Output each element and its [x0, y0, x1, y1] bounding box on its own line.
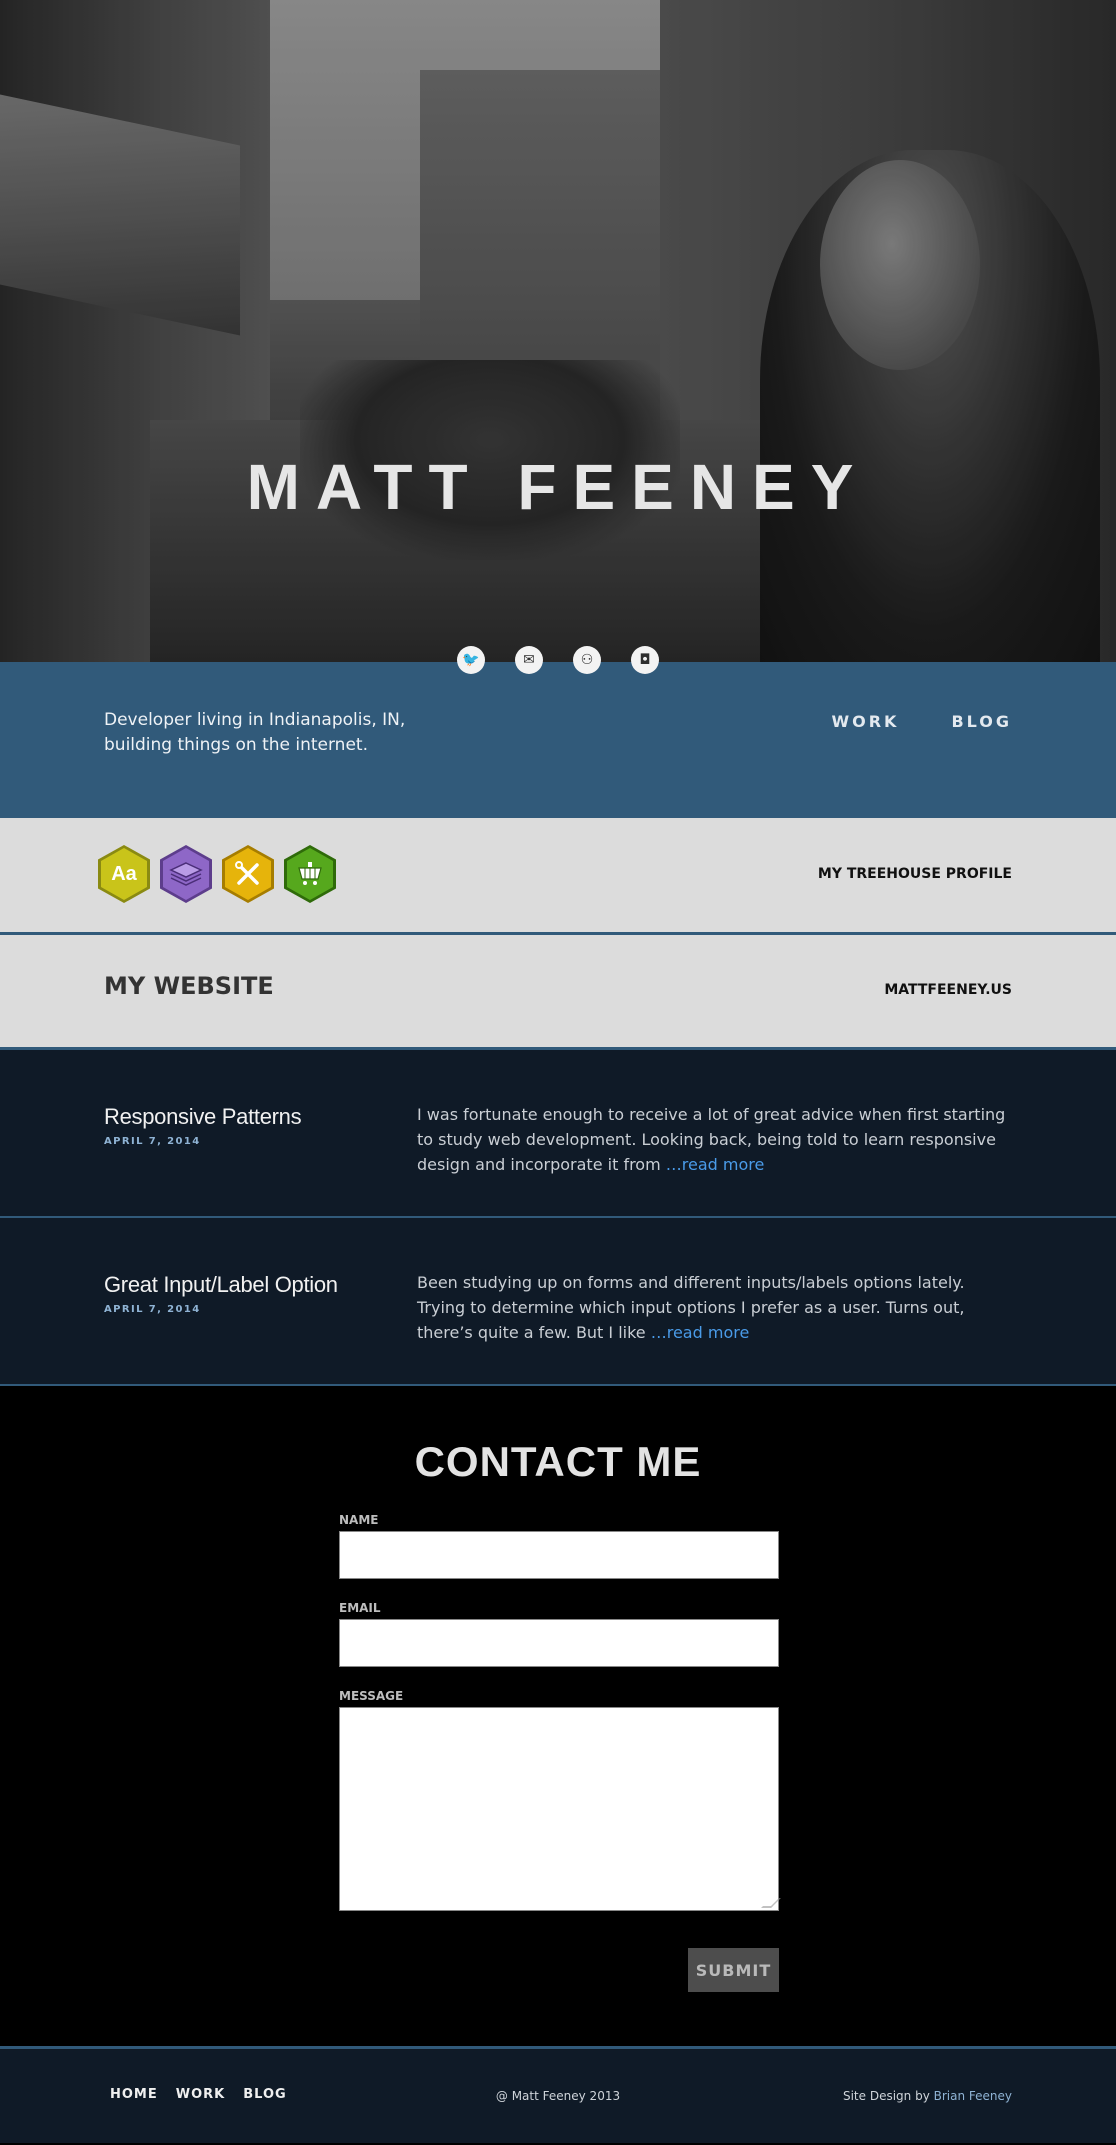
post-title[interactable]: Responsive Patterns [104, 1104, 302, 1130]
mail-icon[interactable]: ✉ [515, 646, 543, 674]
mail-glyph: ✉ [523, 652, 535, 668]
layers-badge-icon[interactable] [160, 845, 212, 903]
github-icon[interactable]: ⚇ [573, 646, 601, 674]
hero-photo-overlay [0, 0, 1116, 662]
design-credit: Site Design by Brian Feeney [843, 2089, 1012, 2103]
layers-icon [169, 862, 203, 886]
tools-badge-inner [225, 848, 271, 900]
read-more-link[interactable]: …read more [666, 1155, 765, 1174]
contact-heading: CONTACT ME [414, 1438, 702, 1485]
main-nav: WORK BLOG [831, 712, 1012, 731]
layers-badge-inner [163, 848, 209, 900]
cart-badge-icon[interactable] [284, 845, 336, 903]
read-more-link[interactable]: …read more [651, 1323, 750, 1342]
tagline: Developer living in Indianapolis, IN, bu… [104, 710, 406, 755]
contact-section: CONTACT ME NAME EMAIL MESSAGE SUBMIT [0, 1386, 1116, 2046]
cart-badge-inner [287, 848, 333, 900]
twitter-icon[interactable]: 🐦 [457, 646, 485, 674]
post-excerpt: I was fortunate enough to receive a lot … [417, 1102, 1017, 1177]
post-date: APRIL 7, 2014 [104, 1304, 201, 1315]
instagram-glyph: ◘ [639, 652, 651, 668]
credit-prefix: Site Design by [842, 2089, 934, 2103]
credit-link[interactable]: Brian Feeney [934, 2089, 1012, 2103]
instagram-icon[interactable]: ◘ [631, 646, 659, 674]
nav-blog-link[interactable]: BLOG [951, 712, 1012, 731]
twitter-glyph: 🐦 [462, 652, 480, 668]
blog-post: Great Input/Label Option APRIL 7, 2014 B… [0, 1218, 1116, 1386]
submit-button[interactable]: SUBMIT [688, 1948, 779, 1992]
site-title: MATT FEENEY [246, 451, 870, 523]
nav-work-link[interactable]: WORK [831, 712, 899, 731]
typography-badge-icon[interactable]: Aa [98, 845, 150, 903]
website-heading: MY WEBSITE [104, 972, 274, 1000]
post-title[interactable]: Great Input/Label Option [104, 1272, 338, 1298]
name-label: NAME [339, 1513, 379, 1527]
post-date: APRIL 7, 2014 [104, 1136, 201, 1147]
name-field[interactable] [339, 1531, 779, 1579]
site-footer: HOME WORK BLOG @ Matt Feeney 2013 Site D… [0, 2046, 1116, 2143]
hero-banner: MATT FEENEY [0, 0, 1116, 662]
website-band: MY WEBSITE MATTFEENEY.US [0, 935, 1116, 1050]
email-label: EMAIL [339, 1601, 381, 1615]
blog-post: Responsive Patterns APRIL 7, 2014 I was … [0, 1050, 1116, 1218]
treehouse-badges: Aa [98, 845, 336, 903]
resize-handle-icon[interactable] [761, 1898, 781, 1908]
post-excerpt: Been studying up on forms and different … [417, 1270, 1017, 1345]
intro-band: Developer living in Indianapolis, IN, bu… [0, 662, 1116, 818]
email-field[interactable] [339, 1619, 779, 1667]
github-glyph: ⚇ [580, 652, 594, 668]
wrench-icon [235, 861, 259, 885]
social-links: 🐦 ✉ ⚇ ◘ [0, 646, 1116, 674]
message-textarea[interactable] [339, 1707, 781, 1911]
tools-badge-icon[interactable] [222, 845, 274, 903]
cart-icon [298, 862, 322, 885]
message-label: MESSAGE [339, 1689, 404, 1703]
treehouse-band: Aa MY TREEHOUSE PROFILE [0, 818, 1116, 935]
typography-badge-label: Aa [101, 848, 147, 900]
treehouse-profile-link[interactable]: MY TREEHOUSE PROFILE [818, 866, 1012, 882]
website-link[interactable]: MATTFEENEY.US [884, 982, 1012, 998]
